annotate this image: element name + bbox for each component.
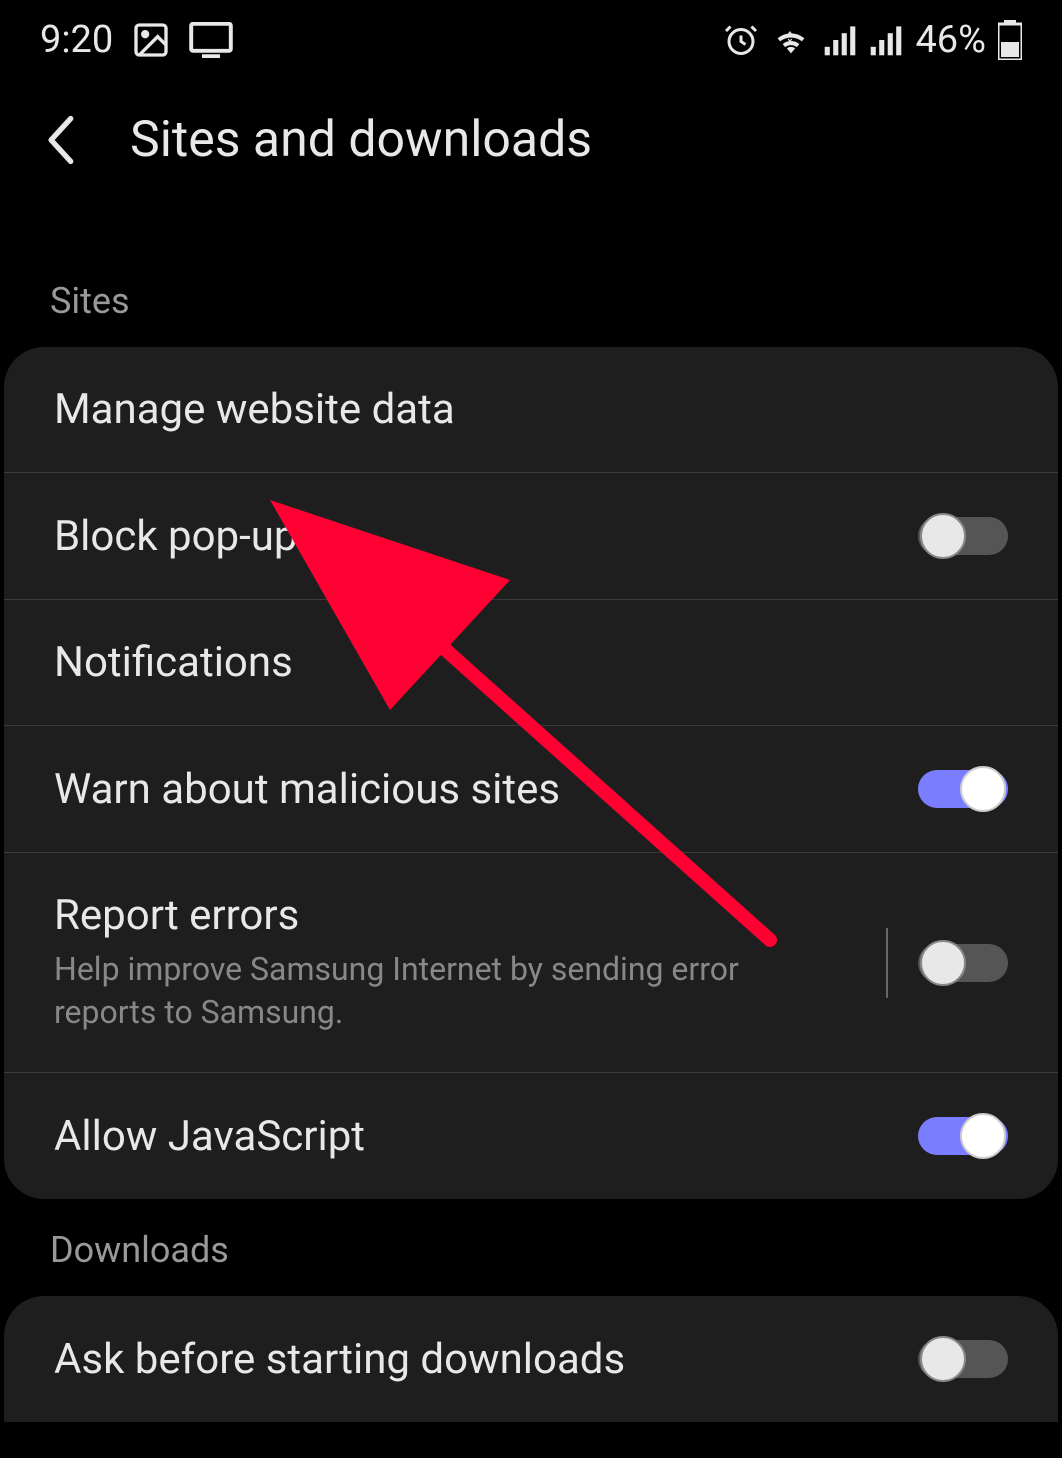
section-label-sites: Sites bbox=[0, 250, 1062, 347]
signal-icon-1 bbox=[823, 23, 857, 57]
toggle-warn-malicious[interactable] bbox=[918, 764, 1008, 814]
setting-report-errors[interactable]: Report errors Help improve Samsung Inter… bbox=[4, 853, 1058, 1073]
wifi-icon bbox=[771, 20, 811, 60]
settings-group-sites: Manage website data Block pop-ups Notifi… bbox=[4, 347, 1058, 1199]
setting-ask-before-download[interactable]: Ask before starting downloads bbox=[4, 1296, 1058, 1422]
setting-title: Warn about malicious sites bbox=[54, 765, 918, 814]
section-label-downloads: Downloads bbox=[0, 1199, 1062, 1296]
alarm-icon bbox=[723, 22, 759, 58]
cast-icon bbox=[189, 22, 233, 58]
setting-warn-malicious[interactable]: Warn about malicious sites bbox=[4, 726, 1058, 853]
setting-notifications[interactable]: Notifications bbox=[4, 600, 1058, 726]
page-header: Sites and downloads bbox=[0, 80, 1062, 250]
setting-manage-website-data[interactable]: Manage website data bbox=[4, 347, 1058, 473]
signal-icon-2 bbox=[869, 23, 903, 57]
image-icon bbox=[131, 20, 171, 60]
toggle-report-errors[interactable] bbox=[918, 938, 1008, 988]
setting-block-popups[interactable]: Block pop-ups bbox=[4, 473, 1058, 600]
settings-group-downloads: Ask before starting downloads bbox=[4, 1296, 1058, 1422]
battery-icon bbox=[998, 20, 1022, 60]
setting-title: Manage website data bbox=[54, 385, 1008, 434]
setting-title: Report errors bbox=[54, 891, 856, 940]
setting-title: Notifications bbox=[54, 638, 1008, 687]
back-button[interactable] bbox=[40, 110, 80, 170]
battery-percent: 46% bbox=[915, 18, 986, 62]
status-bar-right: 46% bbox=[723, 18, 1022, 62]
setting-title: Block pop-ups bbox=[54, 512, 918, 561]
toggle-block-popups[interactable] bbox=[918, 511, 1008, 561]
status-time: 9:20 bbox=[40, 18, 113, 62]
page-title: Sites and downloads bbox=[130, 111, 592, 169]
toggle-ask-before-download[interactable] bbox=[918, 1334, 1008, 1384]
setting-title: Allow JavaScript bbox=[54, 1112, 918, 1161]
status-bar: 9:20 bbox=[0, 0, 1062, 80]
vertical-divider bbox=[886, 928, 888, 998]
chevron-left-icon bbox=[45, 115, 75, 165]
toggle-allow-javascript[interactable] bbox=[918, 1111, 1008, 1161]
setting-subtitle: Help improve Samsung Internet by sending… bbox=[54, 948, 856, 1034]
setting-title: Ask before starting downloads bbox=[54, 1335, 918, 1384]
status-bar-left: 9:20 bbox=[40, 18, 233, 62]
setting-allow-javascript[interactable]: Allow JavaScript bbox=[4, 1073, 1058, 1199]
